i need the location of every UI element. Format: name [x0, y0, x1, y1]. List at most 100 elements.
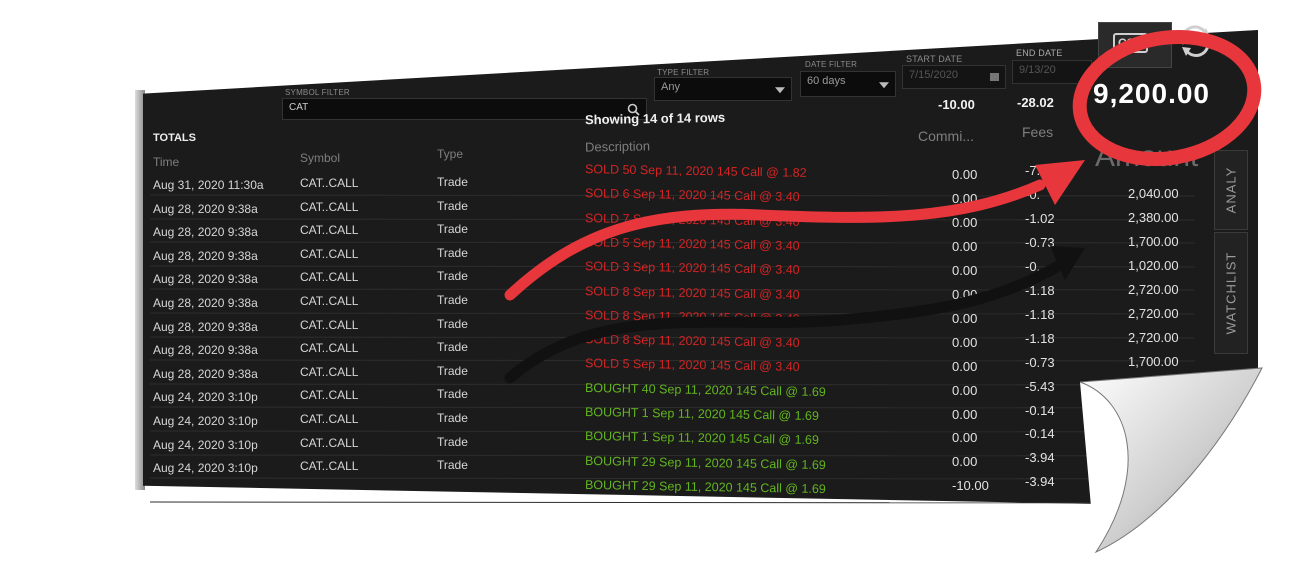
- end-date-value: 9/13/20: [1019, 64, 1056, 76]
- row-commission: 0.00: [952, 334, 978, 350]
- csv-label: CSV: [1113, 33, 1148, 53]
- chevron-down-icon: [775, 87, 785, 94]
- row-time: Aug 28, 2020 9:38a: [153, 319, 258, 334]
- row-time: Aug 28, 2020 9:38a: [153, 248, 258, 263]
- total-commission: -10.00: [938, 97, 975, 112]
- row-commission: 0.00: [952, 430, 978, 446]
- col-header-amount[interactable]: Amount: [1095, 140, 1198, 174]
- row-commission: -10.00: [952, 478, 989, 494]
- row-symbol: CAT..CALL: [300, 435, 359, 450]
- col-header-symbol[interactable]: Symbol: [300, 151, 340, 165]
- row-fees: -0.73: [1025, 354, 1055, 370]
- row-symbol: CAT..CALL: [300, 341, 359, 356]
- row-fees: -1.02: [1025, 210, 1055, 226]
- symbol-filter-label: SYMBOL FILTER: [285, 88, 350, 97]
- row-amount: 2,720.00: [1128, 329, 1179, 345]
- row-symbol: CAT..CALL: [300, 317, 359, 332]
- row-type: Trade: [437, 411, 468, 425]
- row-time: Aug 28, 2020 9:38a: [153, 343, 258, 358]
- date-filter-select[interactable]: 60 days: [800, 71, 896, 97]
- row-time: Aug 24, 2020 3:10p: [153, 461, 258, 476]
- total-fees: -28.02: [1017, 95, 1054, 110]
- row-commission: 0.00: [952, 358, 978, 374]
- end-date-label: END DATE: [1016, 48, 1063, 58]
- row-symbol: CAT..CALL: [300, 364, 359, 379]
- row-time: Aug 24, 2020 3:10p: [153, 414, 258, 428]
- row-fees: -1.18: [1025, 282, 1055, 298]
- row-type: Trade: [437, 434, 468, 449]
- row-fees: -7.10: [1025, 163, 1055, 178]
- row-type: Trade: [437, 340, 468, 355]
- row-commission: 0.00: [952, 214, 978, 230]
- row-amount: 2,720.00: [1128, 305, 1179, 321]
- csv-button[interactable]: CSV: [1098, 22, 1172, 68]
- row-symbol: CAT..CALL: [300, 270, 359, 285]
- row-time: Aug 24, 2020 3:10p: [153, 437, 258, 452]
- col-header-type[interactable]: Type: [437, 147, 463, 161]
- row-type: Trade: [437, 293, 468, 307]
- row-amount: 1,700.00: [1128, 353, 1179, 369]
- row-fees: -1.18: [1025, 306, 1055, 322]
- date-filter-label: DATE FILTER: [805, 60, 858, 69]
- row-type: Trade: [437, 363, 468, 378]
- col-header-commission[interactable]: Commi...: [918, 128, 974, 144]
- tab-analyze-label: ANALY: [1223, 166, 1239, 214]
- row-symbol: CAT..CALL: [300, 459, 359, 474]
- row-amount: 1,700.00: [1128, 233, 1179, 249]
- total-amount: 9,200.00: [1093, 78, 1210, 109]
- tab-analyze[interactable]: ANALY: [1214, 150, 1248, 230]
- row-time: Aug 24, 2020 3:10p: [153, 390, 258, 405]
- tab-watchlist[interactable]: WATCHLIST: [1214, 232, 1248, 354]
- row-symbol: CAT..CALL: [300, 223, 359, 238]
- row-type: Trade: [437, 245, 468, 260]
- row-commission: 0.00: [952, 190, 978, 206]
- row-fees: -0.73: [1025, 234, 1055, 250]
- row-type: Trade: [437, 387, 468, 402]
- row-type: Trade: [437, 269, 468, 284]
- col-header-fees[interactable]: Fees: [1022, 124, 1053, 140]
- row-time: Aug 28, 2020 9:38a: [153, 296, 258, 310]
- row-time: Aug 31, 2020 11:30a: [153, 178, 264, 192]
- col-header-description[interactable]: Description: [585, 138, 650, 154]
- symbol-filter-value: CAT: [289, 102, 309, 113]
- row-commission: 0.00: [952, 262, 978, 278]
- row-amount: 1,020.00: [1128, 257, 1179, 273]
- col-header-time[interactable]: Time: [153, 155, 179, 169]
- row-fees: -0.: [1025, 186, 1041, 202]
- row-amount: 2,720.00: [1128, 281, 1179, 297]
- refresh-icon[interactable]: [1176, 22, 1216, 62]
- type-filter-select[interactable]: Any: [654, 77, 792, 101]
- row-time: Aug 28, 2020 9:38a: [153, 201, 258, 216]
- row-commission: 0.00: [952, 454, 978, 470]
- row-commission: 0.00: [952, 406, 978, 422]
- row-amount: 2,040.00: [1128, 185, 1179, 201]
- row-commission: 0.00: [952, 167, 978, 182]
- row-time: Aug 28, 2020 9:38a: [153, 272, 258, 287]
- row-fees: -5.43: [1025, 378, 1055, 394]
- type-filter-value: Any: [661, 81, 680, 93]
- start-date-label: START DATE: [906, 54, 963, 64]
- row-type: Trade: [437, 458, 468, 473]
- row-fees: -0.14: [1025, 402, 1055, 418]
- row-commission: 0.00: [952, 310, 978, 326]
- row-amount: 2,380.00: [1128, 209, 1179, 225]
- end-date-input[interactable]: 9/13/20: [1012, 60, 1092, 84]
- row-symbol: CAT..CALL: [300, 294, 359, 308]
- start-date-value: 7/15/2020: [909, 69, 958, 81]
- row-time: Aug 28, 2020 9:38a: [153, 225, 258, 240]
- row-symbol: CAT..CALL: [300, 246, 359, 261]
- row-fees: -1.18: [1025, 330, 1055, 346]
- showing-rows-text: Showing 14 of 14 rows: [584, 109, 726, 128]
- row-fees: -3.94: [1025, 474, 1055, 490]
- row-symbol: CAT..CALL: [300, 176, 359, 190]
- row-type: Trade: [437, 198, 468, 213]
- row-fees: -0.14: [1025, 426, 1055, 442]
- row-fees: -3.94: [1025, 450, 1055, 466]
- row-fees: -0.: [1025, 258, 1041, 274]
- totals-label: TOTALS: [153, 132, 196, 144]
- row-commission: 0.00: [952, 286, 978, 302]
- row-type: Trade: [437, 175, 468, 189]
- row-type: Trade: [437, 222, 468, 237]
- tab-watchlist-label: WATCHLIST: [1223, 251, 1239, 335]
- start-date-input[interactable]: 7/15/2020: [902, 65, 1006, 89]
